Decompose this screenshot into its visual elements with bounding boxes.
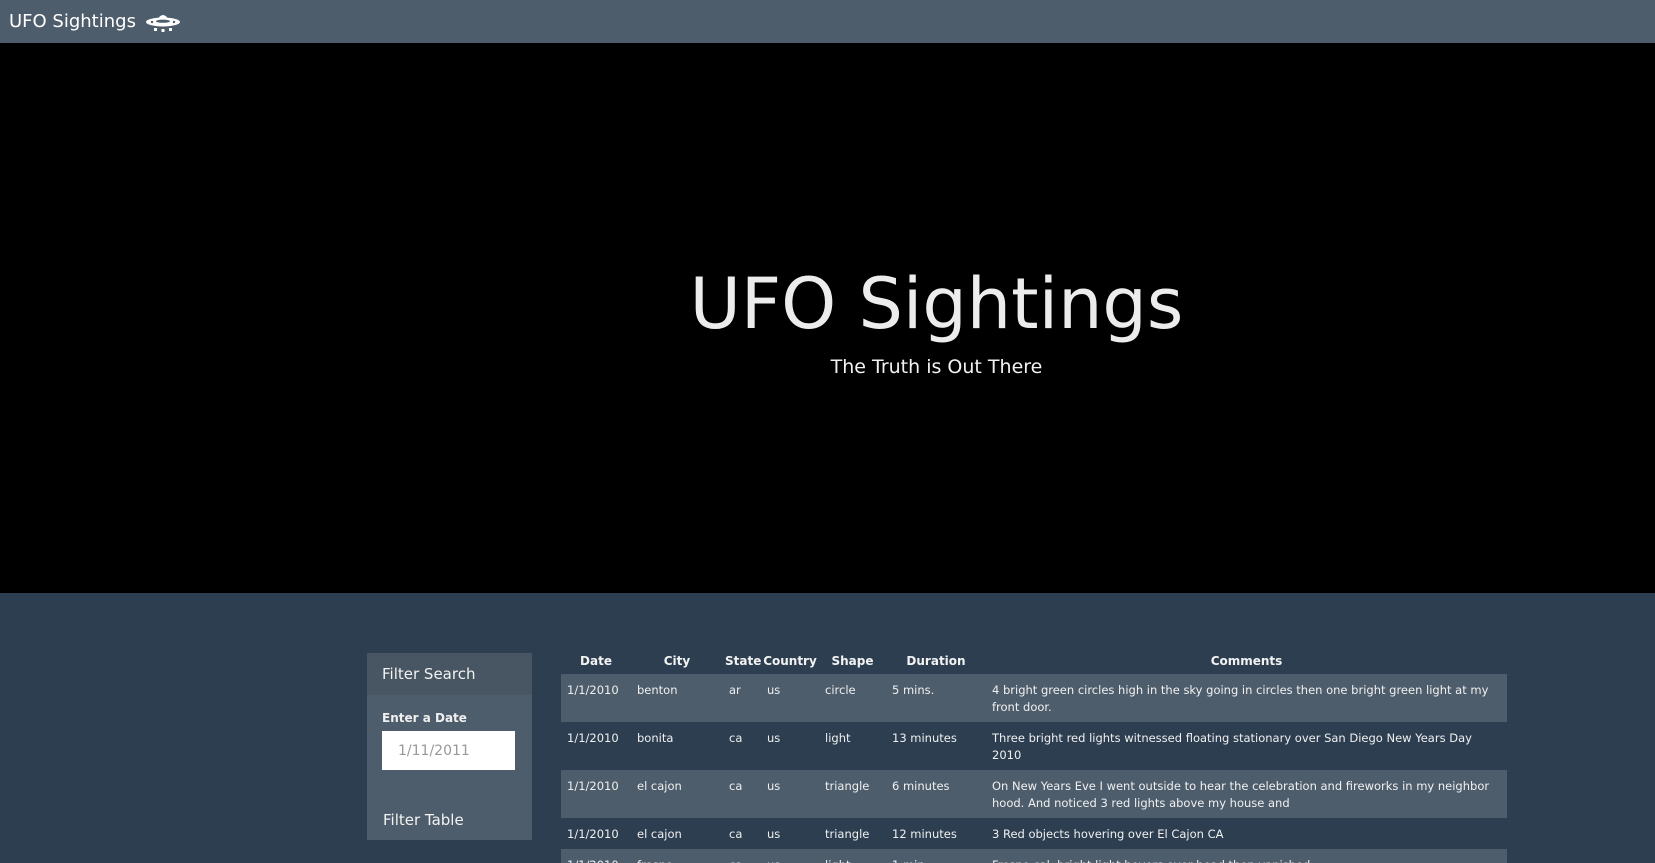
table-row: 1/1/2010 el cajon ca us triangle 12 minu… — [561, 818, 1507, 849]
filter-panel: Filter Search Enter a Date Filter Table — [367, 653, 532, 840]
cell-date: 1/1/2010 — [561, 849, 631, 863]
cell-country: us — [767, 731, 781, 745]
table-row: 1/1/2010 bonita ca us light 13 minutes T… — [561, 722, 1507, 770]
hero-subtitle: The Truth is Out There — [830, 356, 1043, 378]
cell-city: bonita — [637, 731, 674, 745]
sightings-table-container: Date City State Country Shape Duration C… — [561, 648, 1507, 863]
hero-banner: UFO Sightings The Truth is Out There — [0, 43, 1655, 593]
cell-state: ca — [729, 827, 743, 841]
cell-comments: 4 bright green circles high in the sky g… — [992, 683, 1489, 714]
column-header-duration[interactable]: Duration — [886, 648, 986, 674]
cell-date: 1/1/2010 — [567, 779, 619, 793]
cell-country: us — [761, 849, 819, 863]
cell-comments: Three bright red lights witnessed floati… — [992, 731, 1472, 762]
cell-date: 1/1/2010 — [567, 683, 619, 697]
table-row: 1/1/2010 el cajon ca us triangle 6 minut… — [561, 770, 1507, 818]
navbar-brand-label: UFO Sightings — [9, 11, 136, 32]
cell-city: benton — [637, 683, 678, 697]
cell-state: ca — [729, 779, 743, 793]
cell-duration: 13 minutes — [892, 731, 957, 745]
ufo-icon — [144, 9, 182, 35]
filter-header: Filter Search — [367, 653, 532, 695]
cell-state: ar — [729, 683, 741, 697]
cell-state: ca — [723, 849, 761, 863]
cell-shape: circle — [825, 683, 856, 697]
navbar-brand[interactable]: UFO Sightings — [9, 9, 182, 35]
date-input[interactable] — [382, 731, 515, 770]
column-header-date[interactable]: Date — [561, 648, 631, 674]
cell-country: us — [767, 683, 781, 697]
column-header-city[interactable]: City — [631, 648, 723, 674]
hero-title: UFO Sightings — [689, 263, 1184, 345]
cell-city: el cajon — [637, 827, 682, 841]
cell-country: us — [767, 779, 781, 793]
column-header-shape[interactable]: Shape — [819, 648, 886, 674]
table-row: 1/1/2010 fresno ca us light 1 min Fresno… — [561, 849, 1507, 863]
cell-comments: Fresno cal. bright light hovers over hea… — [986, 849, 1507, 863]
column-header-country[interactable]: Country — [761, 648, 819, 674]
cell-shape: triangle — [825, 779, 870, 793]
column-header-comments[interactable]: Comments — [986, 648, 1507, 674]
table-header-row: Date City State Country Shape Duration C… — [561, 648, 1507, 674]
cell-comments: 3 Red objects hovering over El Cajon CA — [992, 827, 1224, 841]
sightings-table: Date City State Country Shape Duration C… — [561, 648, 1507, 863]
column-header-state[interactable]: State — [723, 648, 761, 674]
cell-duration: 5 mins. — [892, 683, 935, 697]
cell-date: 1/1/2010 — [567, 827, 619, 841]
cell-shape: light — [819, 849, 886, 863]
navbar: UFO Sightings — [0, 0, 1655, 43]
cell-shape: triangle — [825, 827, 870, 841]
table-row: 1/1/2010 benton ar us circle 5 mins. 4 b… — [561, 674, 1507, 722]
cell-duration: 6 minutes — [892, 779, 950, 793]
cell-duration: 1 min — [886, 849, 986, 863]
cell-country: us — [767, 827, 781, 841]
cell-duration: 12 minutes — [892, 827, 957, 841]
cell-date: 1/1/2010 — [567, 731, 619, 745]
date-label: Enter a Date — [382, 711, 467, 725]
cell-shape: light — [825, 731, 851, 745]
filter-table-button[interactable]: Filter Table — [368, 804, 528, 836]
cell-comments: On New Years Eve I went outside to hear … — [992, 779, 1490, 810]
cell-city: el cajon — [637, 779, 682, 793]
cell-state: ca — [729, 731, 743, 745]
cell-city: fresno — [631, 849, 723, 863]
